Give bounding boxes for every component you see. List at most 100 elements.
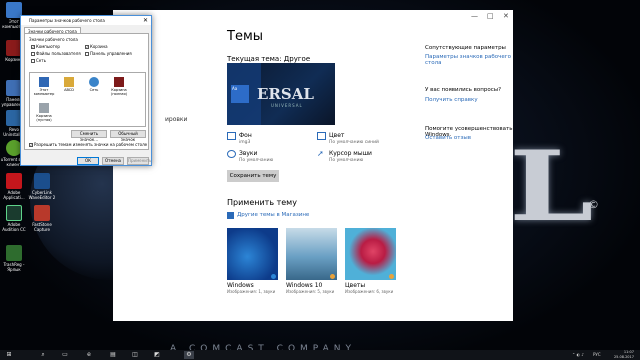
theme-card-windows10[interactable]: Windows 10 Изображения: 5, звуки: [286, 228, 337, 296]
explorer-icon[interactable]: ▤: [108, 351, 118, 359]
adobe-icon: [6, 173, 22, 189]
checkbox-box: ✓: [85, 44, 89, 49]
theme-color-dot: [330, 274, 335, 279]
wallpaper-registered-mark: ©: [588, 198, 599, 211]
setting-name: Цвет: [329, 132, 345, 139]
checkbox-user-files[interactable]: Файлы пользователя: [31, 51, 81, 56]
audition-icon: [6, 205, 22, 221]
speaker-icon: [227, 150, 236, 158]
nav-item-partial[interactable]: ировки: [165, 116, 187, 123]
store-taskbar-icon[interactable]: ◫: [130, 351, 140, 359]
desktop-icon-label: FastStone Capture: [32, 222, 52, 232]
setting-name: Звуки: [239, 150, 258, 157]
list-item[interactable]: ABCD: [58, 77, 80, 92]
color-setting[interactable]: Цвет По умолчанию синий: [317, 132, 379, 146]
dialog-titlebar: Параметры значков рабочего стола ✕: [21, 16, 151, 25]
questions-title: У вас появились вопросы?: [425, 87, 502, 93]
current-theme-label: Текущая тема: Другое: [227, 55, 311, 63]
list-item[interactable]: Корзина (пустая): [33, 103, 55, 122]
minimize-icon[interactable]: —: [471, 12, 478, 20]
list-item[interactable]: Сеть: [83, 77, 105, 92]
desktop-icon-settings-link[interactable]: Параметры значков рабочего стола: [425, 54, 511, 66]
recycle-bin-full-icon: [114, 77, 124, 87]
task-view-icon[interactable]: ▭: [60, 351, 70, 359]
checkbox-box: ✓: [29, 142, 33, 147]
theme-preview: Aa ERSAL UNIVERSAL: [227, 63, 335, 125]
trashreg-icon: [6, 245, 22, 261]
default-icon-button[interactable]: Обычный значок: [110, 130, 146, 142]
close-icon[interactable]: ✕: [503, 12, 509, 20]
checkbox-label: Корзина: [90, 44, 108, 49]
cursor-setting[interactable]: ➚ Курсор мыши По умолчанию: [317, 150, 372, 164]
desktop-icon-cyberlink[interactable]: CyberLink WaveEditor 2: [28, 173, 56, 200]
cursor-icon: ➚: [317, 149, 324, 158]
desktop-icon-label: CyberLink WaveEditor 2: [28, 190, 56, 200]
store-link[interactable]: Другие темы в Магазине: [237, 212, 309, 218]
checkbox-recycle-bin[interactable]: ✓ Корзина: [85, 44, 108, 49]
list-item[interactable]: Корзина (полная): [108, 77, 130, 96]
checkbox-allow-themes[interactable]: ✓ Разрешить темам изменять значки на рабо…: [29, 142, 147, 147]
tray-icons[interactable]: ⌃ ◐ ♪: [572, 351, 584, 359]
edge-icon[interactable]: e: [84, 351, 94, 359]
taskbar: ⊞ ⌕ ▭ e ▤ ◫ ◩ ⚙ ⌃ ◐ ♪ РУС 11:07 25.08.20…: [0, 350, 640, 360]
theme-name: Цветы: [345, 282, 366, 289]
checkbox-box: [31, 58, 35, 63]
feedback-link[interactable]: Оставить отзыв: [425, 135, 471, 141]
network-icon: [89, 77, 99, 87]
cancel-button[interactable]: Отмена: [102, 157, 124, 165]
list-item-label: Корзина (пустая): [36, 114, 52, 122]
theme-color-dot: [271, 274, 276, 279]
maximize-icon[interactable]: □: [487, 12, 494, 20]
desktop-icon-label: TrashReg - Ярлык: [3, 262, 25, 272]
user-folder-icon: [64, 77, 74, 87]
apply-button[interactable]: Применить: [127, 157, 152, 165]
checkbox-control-panel[interactable]: Панель управления: [85, 51, 132, 56]
recycle-bin-empty-icon: [39, 103, 49, 113]
close-icon[interactable]: ✕: [143, 16, 148, 25]
group-label: Значки рабочего стола: [29, 37, 78, 42]
get-help-link[interactable]: Получить справку: [425, 97, 478, 103]
desktop-icon-adobe-app[interactable]: Adobe Applicati...: [0, 173, 28, 200]
theme-subtitle: Изображения: 1, звуки: [227, 289, 276, 294]
checkbox-computer[interactable]: ✓ Компьютер: [31, 44, 60, 49]
theme-thumbnail: [345, 228, 396, 280]
list-item[interactable]: Этот компьютер: [33, 77, 55, 96]
desktop-icon-audition[interactable]: Adobe Audition CC: [0, 205, 28, 232]
checkbox-network[interactable]: Сеть: [31, 58, 46, 63]
checkbox-box: [85, 51, 89, 56]
language-indicator[interactable]: РУС: [593, 351, 601, 359]
theme-card-windows[interactable]: Windows Изображения: 1, звуки: [227, 228, 278, 296]
desktop-icon-label: Adobe Audition CC: [2, 222, 26, 232]
settings-taskbar-icon[interactable]: ⚙: [184, 351, 194, 359]
search-icon[interactable]: ⌕: [38, 351, 48, 359]
dialog-panel: Значки рабочего стола ✓ Компьютер ✓ Корзин…: [24, 33, 149, 150]
checkbox-box: [31, 51, 35, 56]
desktop-icon-trashreg[interactable]: TrashReg - Ярлык: [0, 245, 28, 272]
app-icon[interactable]: ◩: [152, 351, 162, 359]
picture-icon: [227, 132, 236, 140]
theme-subtitle: Изображения: 5, звуки: [286, 289, 335, 294]
save-theme-button[interactable]: Сохранить тему: [227, 170, 279, 182]
start-icon[interactable]: ⊞: [4, 351, 14, 359]
preview-subtitle: UNIVERSAL: [271, 103, 303, 108]
list-item-label: ABCD: [64, 88, 74, 92]
change-icon-button[interactable]: Сменить значок...: [71, 130, 107, 142]
list-item-label: Корзина (полная): [111, 88, 127, 96]
icon-list[interactable]: Этот компьютер ABCD Сеть Корзина (полная…: [29, 72, 146, 127]
preview-logo: ERSAL: [257, 85, 314, 103]
clock[interactable]: 11:07 25.08.2017: [614, 350, 634, 359]
desktop-icon-settings-dialog: Параметры значков рабочего стола ✕ Значк…: [20, 15, 152, 166]
theme-thumbnail: [227, 228, 278, 280]
desktop-icon-faststone[interactable]: FastStone Capture: [28, 205, 56, 232]
ok-button[interactable]: ОК: [77, 157, 99, 165]
page-title: Темы: [227, 29, 264, 44]
setting-name: Курсор мыши: [329, 150, 372, 157]
sounds-setting[interactable]: Звуки По умолчанию: [227, 150, 273, 164]
background-setting[interactable]: Фон img3: [227, 132, 252, 146]
theme-card-flowers[interactable]: Цветы Изображения: 6, звуки: [345, 228, 396, 296]
settings-window: — □ ✕ ировки Темы Текущая тема: Другое A…: [113, 10, 513, 321]
faststone-icon: [34, 205, 50, 221]
theme-thumbnail: [286, 228, 337, 280]
checkbox-box: ✓: [31, 44, 35, 49]
palette-icon: [317, 132, 326, 140]
